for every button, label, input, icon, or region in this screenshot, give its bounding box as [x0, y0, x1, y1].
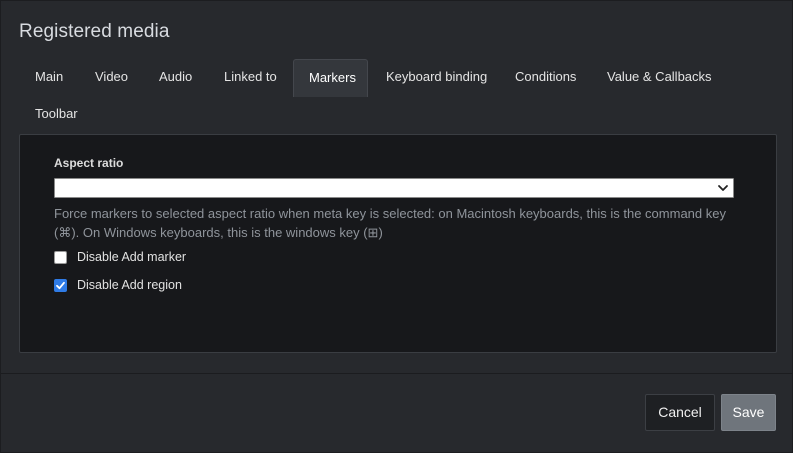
aspect-ratio-help-text: Force markers to selected aspect ratio w… [54, 206, 726, 240]
tab-video[interactable]: Video [80, 59, 143, 97]
disable-add-region-checkbox[interactable] [54, 278, 67, 292]
checkmark-icon [56, 281, 65, 289]
tab-conditions[interactable]: Conditions [500, 59, 591, 97]
registered-media-dialog: Registered media Main Video Audio Linked… [0, 0, 793, 453]
footer-divider [1, 373, 793, 374]
tab-linked-to[interactable]: Linked to [209, 59, 292, 97]
disable-add-marker-label: Disable Add marker [77, 250, 187, 264]
tab-main[interactable]: Main [20, 59, 78, 97]
aspect-ratio-select[interactable] [54, 178, 734, 198]
tab-value-callbacks[interactable]: Value & Callbacks [592, 59, 727, 97]
disable-add-marker-checkbox[interactable] [54, 250, 67, 264]
tab-audio[interactable]: Audio [144, 59, 207, 97]
aspect-ratio-label: Aspect ratio [54, 156, 124, 170]
tab-toolbar[interactable]: Toolbar [20, 96, 93, 134]
tab-keyboard-binding[interactable]: Keyboard binding [371, 59, 502, 97]
disable-add-region-option[interactable]: Disable Add region [54, 276, 182, 294]
chevron-down-icon [718, 185, 728, 191]
disable-add-marker-option[interactable]: Disable Add marker [54, 248, 186, 266]
dialog-title: Registered media [19, 21, 170, 42]
tab-markers[interactable]: Markers [293, 59, 368, 97]
cancel-button[interactable]: Cancel [645, 394, 715, 431]
markers-panel: Aspect ratio Force markers to selected a… [19, 134, 777, 353]
disable-add-region-label: Disable Add region [77, 278, 182, 292]
save-button[interactable]: Save [721, 394, 776, 431]
